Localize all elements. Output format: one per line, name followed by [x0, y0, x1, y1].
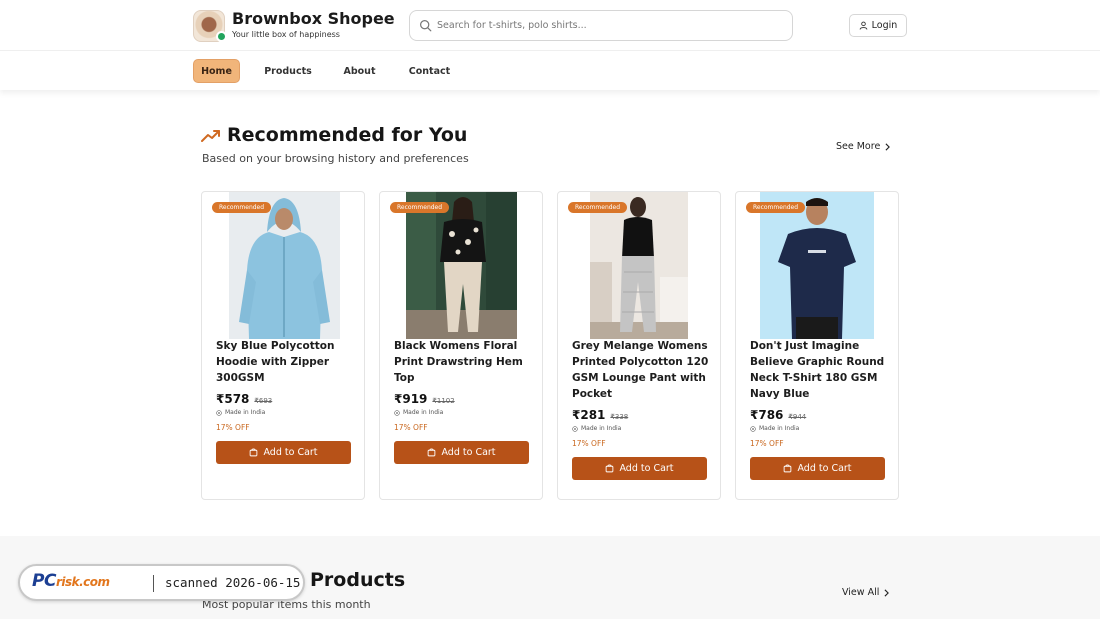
- cart-icon: [606, 464, 614, 473]
- discount-label: 17% OFF: [750, 439, 784, 448]
- product-price: ₹919: [394, 392, 428, 406]
- origin-text: Made in India: [225, 409, 266, 416]
- watermark-logo: PCrisk.com: [32, 571, 110, 591]
- recommended-badge: Recommended: [390, 202, 450, 213]
- trending-up-icon: [201, 130, 220, 142]
- product-image-navy-tshirt[interactable]: [760, 192, 874, 339]
- product-info: Black Womens Floral Print Drawstring Hem…: [394, 338, 532, 464]
- add-to-cart-label: Add to Cart: [441, 447, 496, 458]
- section-subtitle-recommended: Based on your browsing history and prefe…: [202, 152, 469, 165]
- product-price: ₹578: [216, 392, 250, 406]
- product-price: ₹281: [572, 408, 606, 422]
- add-to-cart-button[interactable]: Add to Cart: [572, 457, 707, 480]
- see-more-link[interactable]: See More: [836, 141, 891, 152]
- cart-icon: [250, 448, 258, 457]
- nav-products[interactable]: Products: [260, 59, 316, 83]
- search-icon: [420, 20, 432, 32]
- discount-label: 17% OFF: [572, 439, 606, 448]
- nav-home[interactable]: Home: [193, 59, 240, 83]
- brand-logo-badge: [216, 31, 227, 42]
- recommended-badge: Recommended: [746, 202, 806, 213]
- origin-label: Made in India: [572, 425, 710, 432]
- product-mrp: ₹1102: [432, 397, 455, 405]
- recommended-badge: Recommended: [212, 202, 272, 213]
- brand-tagline: Your little box of happiness: [232, 30, 340, 39]
- watermark-separator: [153, 575, 154, 592]
- location-pin-icon: [394, 409, 400, 416]
- recommended-badge: Recommended: [568, 202, 628, 213]
- add-to-cart-button[interactable]: Add to Cart: [750, 457, 885, 480]
- scan-watermark: PCrisk.com scanned 2026-06-15: [18, 564, 305, 601]
- price-row: ₹281 ₹338: [572, 408, 710, 422]
- add-to-cart-button[interactable]: Add to Cart: [394, 441, 529, 464]
- product-name[interactable]: Don't Just Imagine Believe Graphic Round…: [750, 338, 888, 402]
- product-card[interactable]: Recommended Sky Blue Polycotton Hoodie w…: [201, 191, 365, 500]
- price-row: ₹578 ₹693: [216, 392, 354, 406]
- product-name[interactable]: Grey Melange Womens Printed Polycotton 1…: [572, 338, 710, 402]
- product-card[interactable]: Recommended Black Womens Floral Print Dr…: [379, 191, 543, 500]
- login-button[interactable]: Login: [849, 14, 907, 37]
- search-bar[interactable]: [409, 10, 793, 41]
- view-all-link[interactable]: View All: [842, 587, 890, 598]
- chevron-right-icon: [884, 588, 890, 597]
- origin-text: Made in India: [759, 425, 800, 432]
- product-info: Don't Just Imagine Believe Graphic Round…: [750, 338, 888, 480]
- search-input[interactable]: [437, 16, 777, 35]
- section-title-trending: Products: [310, 569, 406, 591]
- location-pin-icon: [572, 425, 578, 432]
- login-label: Login: [871, 20, 898, 31]
- chevron-right-icon: [885, 142, 891, 151]
- add-to-cart-label: Add to Cart: [263, 447, 318, 458]
- origin-label: Made in India: [394, 409, 532, 416]
- price-row: ₹919 ₹1102: [394, 392, 532, 406]
- main-nav: Home Products About Contact: [0, 50, 1100, 90]
- discount-label: 17% OFF: [216, 423, 250, 432]
- add-to-cart-button[interactable]: Add to Cart: [216, 441, 351, 464]
- nav-contact[interactable]: Contact: [403, 59, 456, 83]
- product-card[interactable]: Recommended Don't Just Imagine Believe G…: [735, 191, 899, 500]
- watermark-brand: PC: [32, 571, 56, 591]
- product-mrp: ₹338: [610, 413, 629, 421]
- discount-label: 17% OFF: [394, 423, 428, 432]
- view-all-label: View All: [842, 587, 880, 598]
- add-to-cart-label: Add to Cart: [797, 463, 852, 474]
- user-icon: [859, 21, 867, 30]
- product-image-lounge-pant[interactable]: [590, 192, 688, 339]
- location-pin-icon: [750, 425, 756, 432]
- origin-label: Made in India: [216, 409, 354, 416]
- origin-text: Made in India: [403, 409, 444, 416]
- cart-icon: [784, 464, 792, 473]
- add-to-cart-label: Add to Cart: [619, 463, 674, 474]
- product-card[interactable]: Recommended Grey Melange Womens Printed …: [557, 191, 721, 500]
- watermark-text: scanned 2026-06-15: [165, 575, 301, 590]
- nav-about[interactable]: About: [338, 59, 381, 83]
- product-image-floral-top[interactable]: [406, 192, 517, 339]
- section-title-recommended: Recommended for You: [227, 124, 468, 146]
- product-name[interactable]: Black Womens Floral Print Drawstring Hem…: [394, 338, 532, 386]
- origin-text: Made in India: [581, 425, 622, 432]
- product-name[interactable]: Sky Blue Polycotton Hoodie with Zipper 3…: [216, 338, 354, 386]
- cart-icon: [428, 448, 436, 457]
- product-mrp: ₹693: [254, 397, 273, 405]
- product-mrp: ₹944: [788, 413, 807, 421]
- watermark-brand-suffix: risk.com: [55, 575, 110, 589]
- location-pin-icon: [216, 409, 222, 416]
- origin-label: Made in India: [750, 425, 888, 432]
- product-price: ₹786: [750, 408, 784, 422]
- product-info: Sky Blue Polycotton Hoodie with Zipper 3…: [216, 338, 354, 464]
- see-more-label: See More: [836, 141, 881, 152]
- site-header: Brownbox Shopee Your little box of happi…: [0, 0, 1100, 90]
- price-row: ₹786 ₹944: [750, 408, 888, 422]
- product-image-hoodie[interactable]: [229, 192, 340, 339]
- product-info: Grey Melange Womens Printed Polycotton 1…: [572, 338, 710, 480]
- brand-name[interactable]: Brownbox Shopee: [232, 9, 395, 28]
